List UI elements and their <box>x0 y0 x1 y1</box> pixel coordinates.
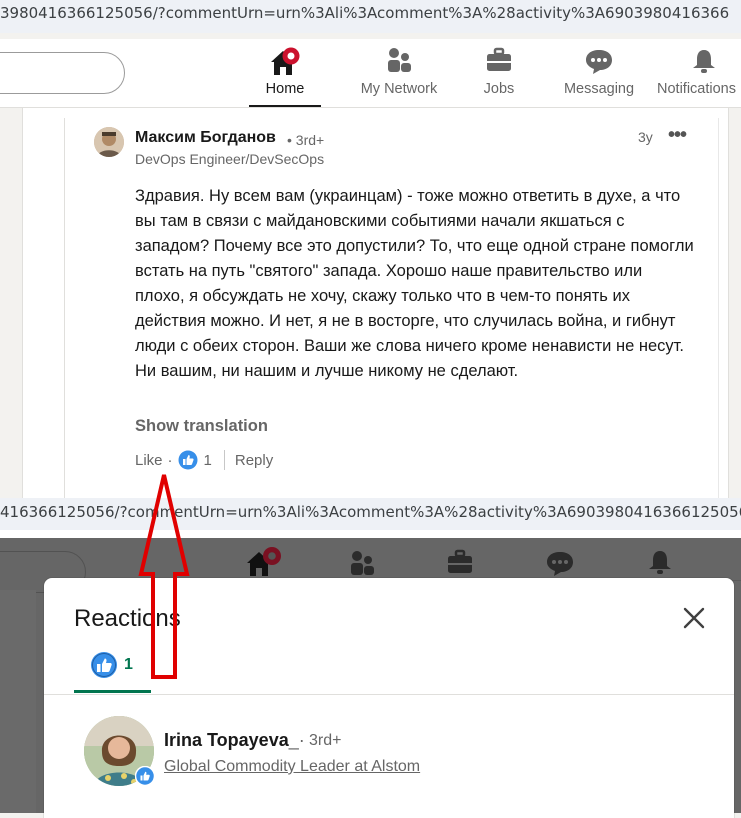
reply-button[interactable]: Reply <box>235 452 273 469</box>
reaction-count[interactable]: 1 <box>204 452 212 469</box>
close-icon[interactable] <box>680 604 708 632</box>
show-translation-button[interactable]: Show translation <box>135 417 268 436</box>
reactor-connection-degree: 3rd+ <box>309 732 342 749</box>
nav-jobs-label: Jobs <box>483 81 515 97</box>
more-options-icon[interactable]: ••• <box>668 124 687 147</box>
dimmed-navigation-bar <box>0 538 741 581</box>
comment-timestamp: 3y <box>638 129 653 145</box>
reactor-like-badge-icon <box>134 765 156 787</box>
bell-icon-dimmed <box>646 548 674 581</box>
nav-jobs[interactable]: Jobs <box>464 39 534 106</box>
page-top-band <box>0 530 741 538</box>
jobs-icon <box>485 47 513 77</box>
messaging-icon <box>584 47 614 79</box>
top-navigation-bar: Home My Network Jobs Messaging Notificat… <box>0 39 741 108</box>
nav-home[interactable]: Home <box>249 39 321 107</box>
active-tab-indicator <box>249 105 321 107</box>
home-icon <box>268 47 302 81</box>
comment-text: Здравия. Ну всем вам (украинцам) - тоже … <box>135 187 694 380</box>
my-network-icon <box>385 47 413 77</box>
reactor-name[interactable]: Irina Topayeva_· <box>164 730 305 751</box>
comment-actions: Like · 1 Reply <box>135 450 273 470</box>
dimmed-sidebar <box>0 590 36 813</box>
modal-divider <box>44 694 734 695</box>
like-button[interactable]: Like <box>135 452 163 469</box>
commenter-avatar[interactable] <box>94 127 124 157</box>
commenter-name[interactable]: Максим Богданов <box>135 129 276 147</box>
nav-messaging-label: Messaging <box>563 81 635 97</box>
nav-notifications-label: Notifications <box>657 81 736 97</box>
url-bar-top[interactable]: 3980416366125056/?commentUrn=urn%3Ali%3A… <box>0 0 741 33</box>
like-tab-icon[interactable] <box>90 651 118 679</box>
annotation-arrow <box>138 472 190 680</box>
active-tab-underline <box>74 690 151 693</box>
search-input[interactable] <box>0 52 125 94</box>
thread-line <box>64 118 65 498</box>
nav-my-network[interactable]: My Network <box>354 39 444 106</box>
nav-my-network-label: My Network <box>360 81 438 97</box>
like-reaction-icon[interactable] <box>178 450 198 470</box>
like-tab-count[interactable]: 1 <box>124 656 133 674</box>
nav-messaging[interactable]: Messaging <box>560 39 638 106</box>
connection-degree: • 3rd+ <box>287 132 325 148</box>
bell-icon <box>690 47 718 79</box>
action-divider <box>223 450 225 470</box>
my-network-icon-dimmed <box>348 550 376 581</box>
reactor-headline[interactable]: Global Commodity Leader at Alstom <box>164 758 420 776</box>
nav-home-label: Home <box>265 81 305 97</box>
separator-dot: · <box>167 451 173 469</box>
nav-notifications[interactable]: Notifications <box>654 39 741 106</box>
url-bar-bottom[interactable]: 416366125056/?commentUrn=urn%3Ali%3Acomm… <box>0 498 741 530</box>
jobs-icon-dimmed <box>446 549 474 580</box>
commenter-headline: DevOps Engineer/DevSecOps <box>135 151 325 167</box>
